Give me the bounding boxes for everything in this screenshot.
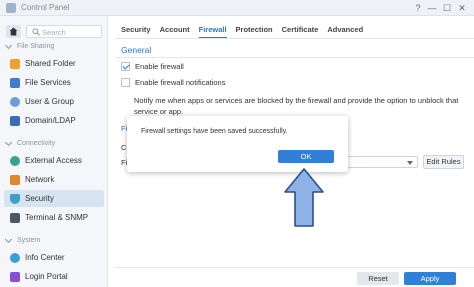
sidebar-item-login-portal[interactable]: Login Portal (4, 268, 104, 285)
group-title-general: General (121, 45, 152, 55)
help-button[interactable]: ? (412, 2, 424, 14)
enable-firewall-row[interactable]: Enable firewall (121, 62, 184, 71)
sidebar-item-label: Terminal & SNMP (25, 213, 89, 222)
sidebar-item-security[interactable]: Security (4, 190, 104, 207)
tab-certificate[interactable]: Certificate (282, 25, 319, 39)
chevron-down-icon (407, 161, 413, 165)
sidebar-item-label: Domain/LDAP (25, 116, 76, 125)
section-label: System (17, 237, 41, 244)
success-dialog: Firewall settings have been saved succes… (127, 116, 348, 172)
domain-icon (10, 115, 20, 126)
sidebar-item-info-center[interactable]: Info Center (4, 249, 104, 266)
notification-description: Notify me when apps or services are bloc… (134, 96, 459, 116)
enable-notifications-label: Enable firewall notifications (135, 78, 226, 87)
section-label: File Sharing (17, 43, 55, 50)
home-button[interactable] (6, 25, 21, 38)
dialog-message: Firewall settings have been saved succes… (141, 128, 288, 135)
ok-button[interactable]: OK (278, 150, 334, 163)
home-icon (9, 27, 18, 36)
section-system[interactable]: System (4, 235, 41, 244)
login-portal-icon (10, 271, 20, 282)
tab-advanced[interactable]: Advanced (327, 25, 363, 39)
enable-notifications-checkbox[interactable] (121, 78, 130, 87)
globe-icon (10, 155, 20, 166)
shield-icon (10, 193, 20, 204)
tab-protection[interactable]: Protection (236, 25, 273, 39)
enable-firewall-label: Enable firewall (135, 62, 184, 71)
user-group-icon (10, 96, 20, 107)
sidebar-item-label: Info Center (25, 253, 65, 262)
enable-firewall-checkbox[interactable] (121, 62, 130, 71)
footer-divider (115, 267, 474, 268)
tab-account[interactable]: Account (160, 25, 190, 39)
close-button[interactable]: ✕ (456, 2, 468, 14)
network-icon (10, 174, 20, 185)
enable-notifications-row[interactable]: Enable firewall notifications (121, 78, 225, 87)
sidebar-item-file-services[interactable]: File Services (4, 74, 104, 91)
terminal-icon (10, 212, 20, 223)
sidebar-item-label: Network (25, 175, 55, 184)
apply-button[interactable]: Apply (404, 272, 456, 285)
sidebar: File Sharing Shared Folder File Services… (0, 16, 108, 287)
sidebar-item-user-group[interactable]: User & Group (4, 93, 104, 110)
info-icon (10, 252, 20, 263)
section-label: Connectivity (17, 140, 56, 147)
sidebar-item-shared-folder[interactable]: Shared Folder (4, 55, 104, 72)
sidebar-item-label: Shared Folder (25, 59, 76, 68)
sidebar-item-label: User & Group (25, 97, 74, 106)
sidebar-item-label: File Services (25, 78, 71, 87)
window-title: Control Panel (21, 3, 70, 12)
section-connectivity[interactable]: Connectivity (4, 138, 56, 147)
sidebar-item-terminal-snmp[interactable]: Terminal & SNMP (4, 209, 104, 226)
section-file-sharing[interactable]: File Sharing (4, 41, 55, 50)
tab-divider (115, 38, 474, 39)
file-services-icon (10, 77, 20, 88)
title-bar: Control Panel ? — ☐ ✕ (0, 0, 474, 16)
tab-security[interactable]: Security (121, 25, 151, 39)
reset-button[interactable]: Reset (357, 272, 399, 285)
sidebar-item-domain-ldap[interactable]: Domain/LDAP (4, 112, 104, 129)
sidebar-item-network[interactable]: Network (4, 171, 104, 188)
folder-icon (10, 58, 20, 69)
chevron-down-icon (4, 138, 13, 147)
control-panel-icon (6, 3, 16, 13)
tab-bar: Security Account Firewall Protection Cer… (121, 25, 372, 39)
group-divider (115, 57, 474, 58)
search-icon (32, 28, 40, 36)
tab-firewall[interactable]: Firewall (198, 25, 227, 39)
chevron-down-icon (4, 41, 13, 50)
sidebar-item-external-access[interactable]: External Access (4, 152, 104, 169)
search-box[interactable] (26, 25, 102, 38)
sidebar-item-label: Login Portal (25, 272, 68, 281)
minimize-button[interactable]: — (426, 2, 438, 14)
search-input[interactable] (42, 27, 100, 37)
sidebar-item-label: External Access (25, 156, 82, 165)
chevron-down-icon (4, 235, 13, 244)
pointer-arrow-icon (284, 168, 324, 227)
maximize-button[interactable]: ☐ (441, 2, 453, 14)
edit-rules-button[interactable]: Edit Rules (423, 155, 464, 169)
sidebar-item-label: Security (25, 194, 54, 203)
